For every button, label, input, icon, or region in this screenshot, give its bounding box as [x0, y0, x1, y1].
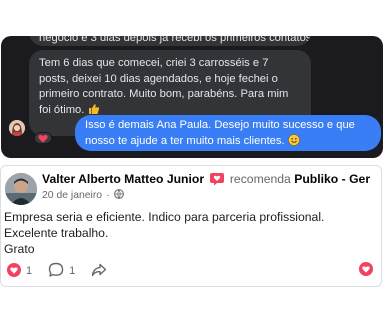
- comments-count: 1: [69, 265, 76, 277]
- messenger-conversation: negócio e 3 dias depois já recebi os pri…: [1, 36, 383, 158]
- post-header: Valter Alberto Matteo Junior recomenda P…: [42, 172, 381, 188]
- post-meta: 20 de janeiro ·: [42, 189, 124, 202]
- author-name[interactable]: Valter Alberto Matteo Junior: [42, 172, 204, 186]
- sent-message-text: Isso é demais Ana Paula. Desejo muito su…: [85, 119, 355, 147]
- share-icon: [91, 262, 107, 281]
- comment-icon: [48, 262, 64, 281]
- page-name[interactable]: Publiko - Ger: [294, 172, 370, 186]
- received-message-text: Tem 6 dias que comecei, criei 3 carrossé…: [39, 57, 289, 116]
- comment-button[interactable]: 1: [48, 262, 75, 281]
- recommends-label: recomenda: [229, 172, 291, 186]
- review-text-signoff: Grato: [4, 242, 35, 256]
- post-date[interactable]: 20 de janeiro: [42, 190, 102, 201]
- review-text: Empresa seria e eficiente. Indico para p…: [4, 210, 325, 240]
- review-post: Valter Alberto Matteo Junior recomenda P…: [0, 165, 382, 287]
- recommend-icon: [210, 173, 225, 188]
- previous-message-bubble[interactable]: negócio e 3 dias depois já recebi os pri…: [29, 36, 311, 46]
- contact-avatar[interactable]: [9, 120, 25, 136]
- smile-emoji-icon: [287, 133, 300, 152]
- previous-message-text: negócio e 3 dias depois já recebi os pri…: [39, 36, 311, 44]
- post-actions: 1 1: [7, 262, 375, 280]
- author-avatar[interactable]: [5, 173, 37, 205]
- review-body: Empresa seria e eficiente. Indico para p…: [4, 209, 376, 257]
- react-button[interactable]: 1: [7, 262, 33, 280]
- share-button[interactable]: [91, 262, 107, 281]
- sent-message-bubble[interactable]: Isso é demais Ana Paula. Desejo muito su…: [75, 115, 381, 151]
- meta-separator: ·: [106, 190, 110, 201]
- globe-icon: [113, 189, 124, 202]
- heart-icon: [7, 262, 21, 280]
- heart-reaction-badge-icon[interactable]: [359, 262, 373, 279]
- heart-reaction-icon[interactable]: [34, 132, 52, 144]
- reactions-count: 1: [26, 265, 33, 277]
